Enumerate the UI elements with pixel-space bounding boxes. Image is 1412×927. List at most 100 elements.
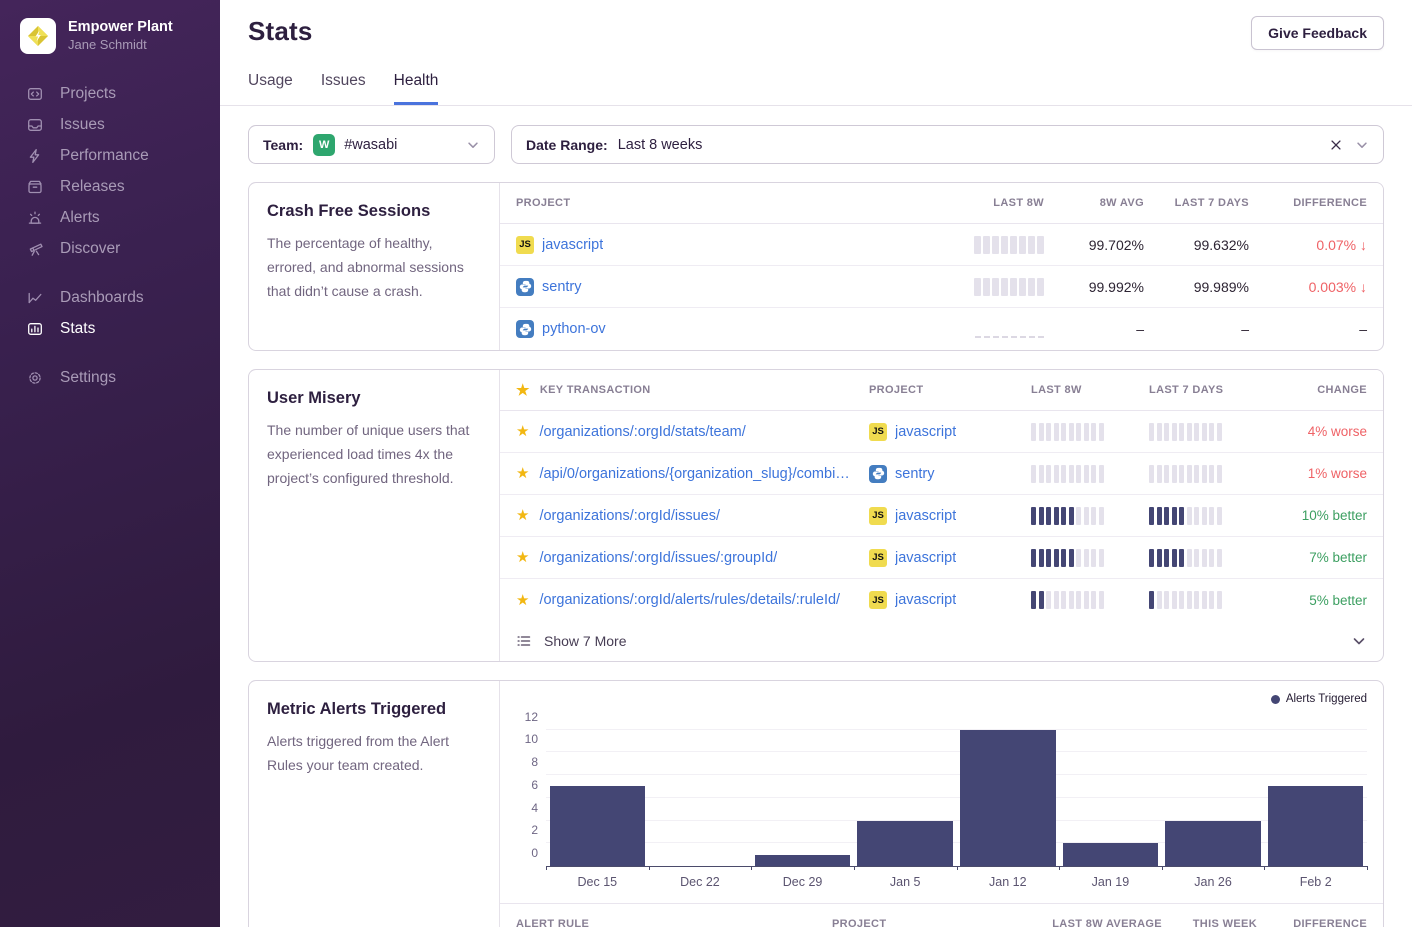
chevron-down-icon <box>1351 633 1367 649</box>
team-select[interactable]: Team: W #wasabi <box>248 125 495 164</box>
project-link[interactable]: javascript <box>895 550 956 566</box>
sparkline <box>1031 507 1149 525</box>
clear-date-icon[interactable] <box>1329 138 1343 152</box>
spark-bar <box>1010 278 1017 296</box>
bar-jan-5[interactable] <box>857 821 952 866</box>
bar-slot <box>1059 717 1162 866</box>
spark-dash <box>975 336 981 338</box>
sidebar-item-stats[interactable]: Stats <box>0 313 220 344</box>
alerts-icon <box>27 210 43 226</box>
change-cell: 4% worse <box>1308 424 1367 439</box>
sidebar-item-discover[interactable]: Discover <box>0 233 220 264</box>
bar-dec-29[interactable] <box>755 855 850 866</box>
spark-bar <box>1157 465 1162 483</box>
x-axis-label: Dec 15 <box>546 875 649 889</box>
spark-bar <box>1149 465 1154 483</box>
spark-dash <box>1029 336 1035 338</box>
spark-bar <box>1001 278 1008 296</box>
bar-feb-2[interactable] <box>1268 786 1363 866</box>
date-range-select[interactable]: Date Range: Last 8 weeks <box>511 125 1384 164</box>
bar-jan-12[interactable] <box>960 730 1055 866</box>
javascript-icon: JS <box>516 236 534 254</box>
y-axis-label: 6 <box>506 778 538 792</box>
bar-slot <box>546 717 649 866</box>
project-link[interactable]: javascript <box>895 508 956 524</box>
y-axis-label: 10 <box>506 732 538 746</box>
javascript-icon: JS <box>869 591 887 609</box>
sparkline <box>1149 507 1261 525</box>
project-link[interactable]: python-ov <box>542 321 606 337</box>
transaction-link[interactable]: /organizations/:orgId/stats/team/ <box>539 424 745 440</box>
key-transaction-star-icon[interactable]: ★ <box>516 424 529 439</box>
y-axis-label: 8 <box>506 755 538 769</box>
spark-bar <box>1031 591 1036 609</box>
spark-bar <box>1179 591 1184 609</box>
spark-bar <box>1019 236 1026 254</box>
spark-bar <box>1028 278 1035 296</box>
project-link[interactable]: sentry <box>542 279 582 295</box>
column-header: DIFFERENCE <box>1293 197 1367 209</box>
chevron-down-icon[interactable] <box>1355 138 1369 152</box>
last-7-days-cell <box>1149 549 1261 567</box>
key-transaction-star-icon[interactable]: ★ <box>516 508 529 523</box>
key-transaction-star-icon[interactable]: ★ <box>516 550 529 565</box>
spark-bar <box>1164 591 1169 609</box>
spark-dash <box>984 336 990 338</box>
sidebar-item-settings[interactable]: Settings <box>0 362 220 393</box>
sidebar-item-releases[interactable]: Releases <box>0 171 220 202</box>
sparkline <box>1149 423 1261 441</box>
spark-bar <box>1194 423 1199 441</box>
y-axis-label: 4 <box>506 801 538 815</box>
bar-jan-26[interactable] <box>1165 821 1260 866</box>
bar-jan-19[interactable] <box>1063 843 1158 866</box>
key-transaction-star-icon[interactable]: ★ <box>516 466 529 481</box>
sidebar-item-label: Discover <box>60 240 120 258</box>
sidebar-item-issues[interactable]: Issues <box>0 109 220 140</box>
x-axis-label: Jan 5 <box>854 875 957 889</box>
spark-bar <box>1084 507 1089 525</box>
bar-dec-15[interactable] <box>550 786 645 866</box>
tab-health[interactable]: Health <box>394 72 439 105</box>
settings-icon <box>27 370 43 386</box>
last-8w-cell <box>1031 423 1149 441</box>
spark-bar <box>1046 423 1051 441</box>
axis-tick <box>1367 866 1368 870</box>
spark-bar <box>1039 591 1044 609</box>
transaction-link[interactable]: /organizations/:orgId/issues/ <box>539 508 720 524</box>
transaction-link[interactable]: /organizations/:orgId/alerts/rules/detai… <box>539 592 840 608</box>
sidebar-item-label: Settings <box>60 369 116 387</box>
key-transaction-star-icon[interactable]: ★ <box>516 593 529 608</box>
sidebar-item-alerts[interactable]: Alerts <box>0 202 220 233</box>
spark-bar <box>1217 423 1222 441</box>
project-link[interactable]: sentry <box>895 466 935 482</box>
sidebar-item-dashboards[interactable]: Dashboards <box>0 282 220 313</box>
show-more-button[interactable]: Show 7 More <box>500 621 1383 661</box>
transaction-link[interactable]: /organizations/:orgId/issues/:groupId/ <box>539 550 777 566</box>
project-link[interactable]: javascript <box>895 592 956 608</box>
spark-bar <box>1157 423 1162 441</box>
table-row: ★/organizations/:orgId/issues/:groupId/J… <box>500 537 1383 579</box>
change-cell: 1% worse <box>1308 466 1367 481</box>
spark-bar <box>1046 591 1051 609</box>
spark-bar <box>1209 465 1214 483</box>
tab-issues[interactable]: Issues <box>321 72 366 105</box>
sidebar-item-label: Projects <box>60 85 116 103</box>
project-link[interactable]: javascript <box>542 237 603 253</box>
tab-usage[interactable]: Usage <box>248 72 293 105</box>
sidebar-item-performance[interactable]: Performance <box>0 140 220 171</box>
sidebar-item-label: Performance <box>60 147 149 165</box>
project-link[interactable]: javascript <box>895 424 956 440</box>
avg-cell: – <box>1136 321 1144 337</box>
dashboards-icon <box>27 290 43 306</box>
sparkline-dashed <box>975 320 1044 338</box>
org-switcher[interactable]: Empower Plant Jane Schmidt <box>0 0 220 54</box>
spark-bar <box>1046 465 1051 483</box>
sidebar-item-label: Releases <box>60 178 125 196</box>
transaction-link[interactable]: /api/0/organizations/{organization_slug}… <box>539 466 855 482</box>
table-row: ★/organizations/:orgId/stats/team/JSjava… <box>500 411 1383 453</box>
give-feedback-button[interactable]: Give Feedback <box>1251 16 1384 50</box>
spark-bar <box>1054 549 1059 567</box>
sidebar-item-projects[interactable]: Projects <box>0 78 220 109</box>
spark-bar <box>1187 591 1192 609</box>
spark-bar <box>1202 549 1207 567</box>
